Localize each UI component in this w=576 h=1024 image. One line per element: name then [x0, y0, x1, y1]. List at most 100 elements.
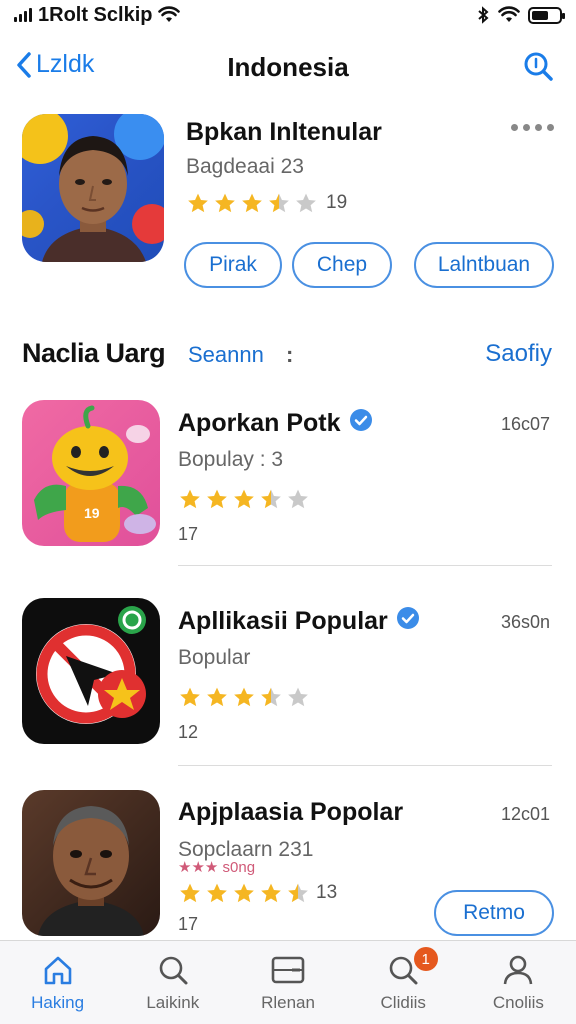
- chep-button[interactable]: Chep: [292, 242, 392, 288]
- carrier-label: 1Rolt Sclkip: [38, 3, 153, 26]
- list-item[interactable]: Apllikasii Popular 36s0n Bopular 12: [0, 598, 576, 788]
- search-icon: [159, 956, 188, 985]
- star-rating: [178, 686, 310, 708]
- rating-count: 12: [178, 722, 199, 742]
- featured-app: Bpkan Inltenular Bagdeaai 23 19 Pirak Ch…: [0, 100, 576, 300]
- tab-label: Laikink: [146, 993, 200, 1012]
- app-name-text: Aporkan Potk: [178, 409, 341, 437]
- star-icon: [207, 687, 227, 707]
- section-header: Naclia Uarg Seannn : Saofiy: [0, 330, 576, 378]
- person-icon: [504, 955, 533, 985]
- stars: [178, 488, 310, 510]
- star-icon: [180, 489, 200, 509]
- star-icon: [269, 193, 289, 213]
- tab-bar: Haking Laikink Rlenan 1 Clidiis Cnoliis: [0, 940, 576, 1024]
- verified-badge-icon: [396, 606, 420, 637]
- featured-app-subtitle: Bagdeaai 23: [186, 155, 304, 178]
- search-button[interactable]: [522, 50, 554, 87]
- pirak-button[interactable]: Pirak: [184, 242, 282, 288]
- tab-clidiis[interactable]: 1 Clidiis: [346, 941, 461, 1024]
- search-icon: [524, 52, 553, 81]
- star-rating: 13: [178, 882, 337, 904]
- star-icon: [288, 883, 308, 903]
- app-icon: [22, 598, 160, 744]
- star-icon: [288, 489, 308, 509]
- star-icon: [180, 883, 200, 903]
- star-icon: [207, 489, 227, 509]
- star-icon: [180, 687, 200, 707]
- rating-count: 17: [178, 524, 199, 544]
- star-icon: [261, 489, 281, 509]
- rating-value: 13: [316, 882, 338, 903]
- tab-label: Haking: [31, 993, 85, 1012]
- divider: [178, 565, 552, 566]
- star-icon: [296, 193, 316, 213]
- wifi-icon: [158, 6, 181, 22]
- star-icon: [261, 883, 281, 903]
- app-extra-label: ★★★ s0ng: [178, 859, 256, 876]
- app-name-text: Apjplaasia Popolar: [178, 798, 404, 826]
- section-separator: :: [286, 342, 294, 367]
- star-icon: [288, 687, 308, 707]
- card-icon: [271, 956, 305, 984]
- list-item[interactable]: 19 Aporkan Potk 16c07 Bopulay : 3 17: [0, 400, 576, 590]
- notification-badge: 1: [413, 947, 438, 971]
- app-subtitle: Bopular: [178, 646, 251, 669]
- page-title: Indonesia: [227, 52, 349, 82]
- star-icon: [215, 193, 235, 213]
- status-left: 1Rolt Sclkip: [14, 3, 181, 27]
- tab-laikink[interactable]: Laikink: [115, 941, 230, 1024]
- app-name-text: Apllikasii Popular: [178, 607, 388, 635]
- home-icon: [44, 956, 71, 985]
- more-options-button[interactable]: [511, 124, 554, 131]
- lalntbuan-button[interactable]: Lalntbuan: [414, 242, 554, 288]
- wifi-icon: [498, 6, 520, 22]
- app-size: 12c01: [500, 804, 550, 824]
- tab-haking[interactable]: Haking: [0, 941, 115, 1024]
- featured-app-title: Bpkan Inltenular: [186, 118, 382, 146]
- stars: [178, 686, 310, 708]
- star-icon: [234, 687, 254, 707]
- star-rating: [186, 192, 318, 214]
- app-subtitle: Bopulay : 3: [178, 448, 284, 471]
- retmo-button[interactable]: Retmo: [434, 890, 554, 936]
- app-icon: [22, 790, 160, 936]
- app-size: 36s0n: [500, 612, 550, 632]
- see-all-link[interactable]: Saofiy: [485, 340, 552, 368]
- section-title: Naclia Uarg: [22, 338, 166, 368]
- nav-bar: Lzldk Indonesia: [0, 40, 576, 92]
- star-icon: [261, 687, 281, 707]
- tab-label: Clidiis: [380, 993, 426, 1012]
- divider: [178, 765, 552, 766]
- star-icon: [234, 883, 254, 903]
- bluetooth-icon: [478, 6, 489, 24]
- tab-label: Rlenan: [261, 993, 315, 1012]
- tab-label: Cnoliis: [492, 993, 544, 1012]
- portrait-image: [22, 114, 164, 262]
- signal-icon: [14, 8, 32, 22]
- featured-app-icon[interactable]: [22, 114, 164, 262]
- app-name: Aporkan Potk: [178, 408, 373, 439]
- app-name: Apjplaasia Popolar: [178, 798, 403, 827]
- tab-cnoliis[interactable]: Cnoliis: [461, 941, 576, 1024]
- rating-count: 17: [178, 914, 199, 934]
- star-icon: [207, 883, 227, 903]
- status-bar: 1Rolt Sclkip: [0, 0, 576, 30]
- svg-text:19: 19: [84, 505, 100, 521]
- app-icon: 19: [22, 400, 160, 546]
- section-tag[interactable]: Seannn: [188, 342, 264, 368]
- portrait-image: [38, 806, 144, 936]
- cartoon-character-image: 19: [34, 405, 156, 542]
- star-icon: [188, 193, 208, 213]
- star-rating: [178, 488, 310, 510]
- tab-rlenan[interactable]: Rlenan: [230, 941, 345, 1024]
- featured-rating: 19: [186, 192, 347, 214]
- battery-icon: [528, 6, 565, 24]
- verified-badge-icon: [349, 408, 373, 439]
- star-icon: [234, 489, 254, 509]
- status-right: [476, 6, 565, 24]
- app-name: Apllikasii Popular: [178, 606, 420, 637]
- stars: [178, 882, 310, 904]
- rating-count: 19: [326, 192, 348, 213]
- star-icon: [242, 193, 262, 213]
